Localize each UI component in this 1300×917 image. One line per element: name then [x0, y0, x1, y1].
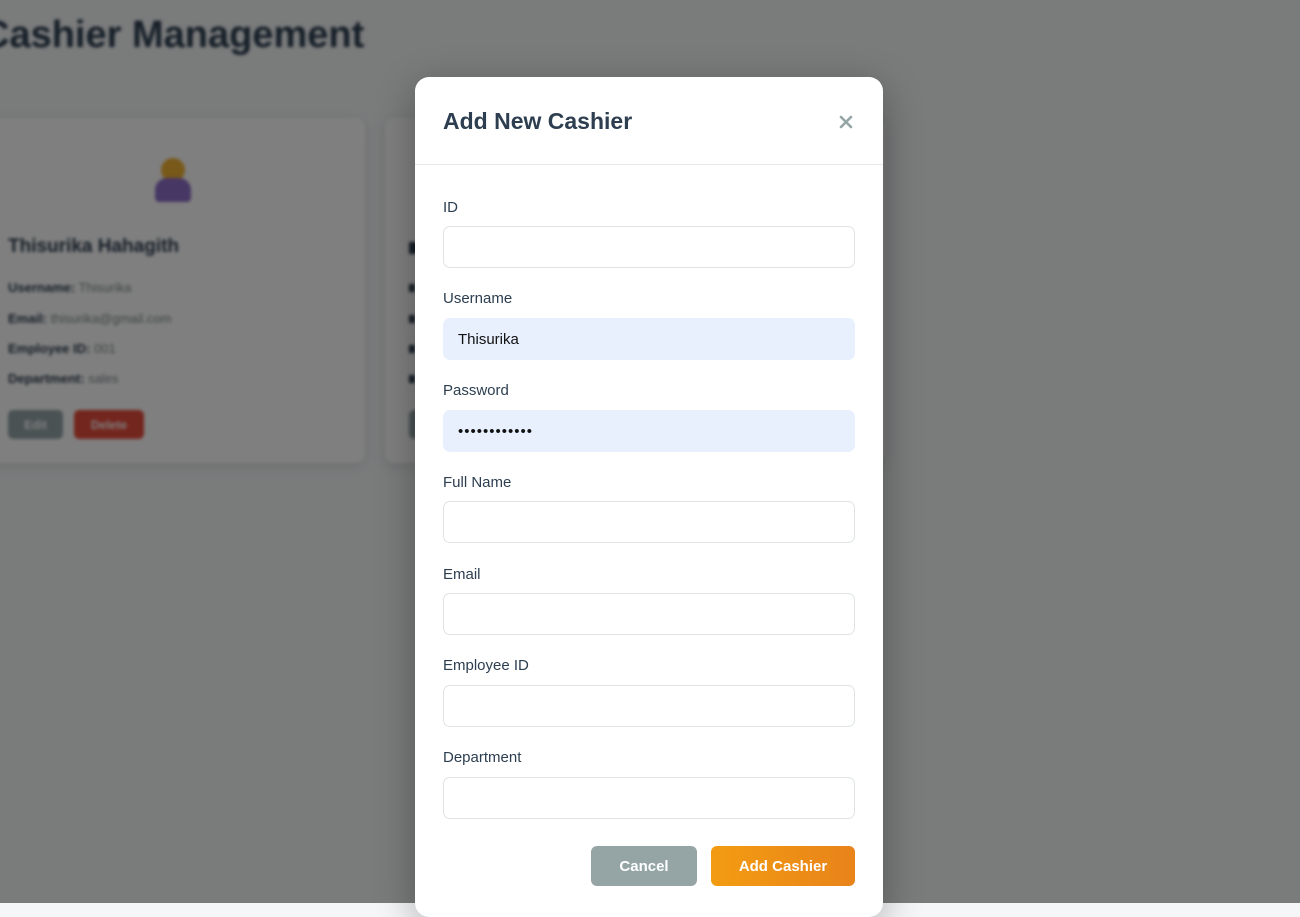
password-input[interactable] [443, 410, 855, 452]
full-name-label: Full Name [443, 474, 512, 491]
username-input[interactable] [443, 318, 855, 360]
add-cashier-modal: Add New Cashier ID Username Password Ful… [415, 77, 883, 917]
full-name-input[interactable] [443, 501, 855, 543]
username-label: Username [443, 290, 513, 307]
employee-id-input[interactable] [443, 685, 855, 727]
add-cashier-button[interactable]: Add Cashier [711, 846, 855, 886]
modal-header: Add New Cashier [415, 77, 883, 165]
password-label: Password [443, 382, 509, 399]
modal-title: Add New Cashier [443, 108, 633, 134]
email-label: Email [443, 566, 481, 583]
id-label: ID [443, 199, 458, 216]
email-input[interactable] [443, 593, 855, 635]
cancel-button[interactable]: Cancel [591, 846, 697, 886]
department-input[interactable] [443, 777, 855, 819]
id-input[interactable] [443, 226, 855, 268]
employee-id-label: Employee ID [443, 657, 529, 674]
close-icon[interactable] [834, 110, 858, 134]
department-label: Department [443, 749, 522, 766]
